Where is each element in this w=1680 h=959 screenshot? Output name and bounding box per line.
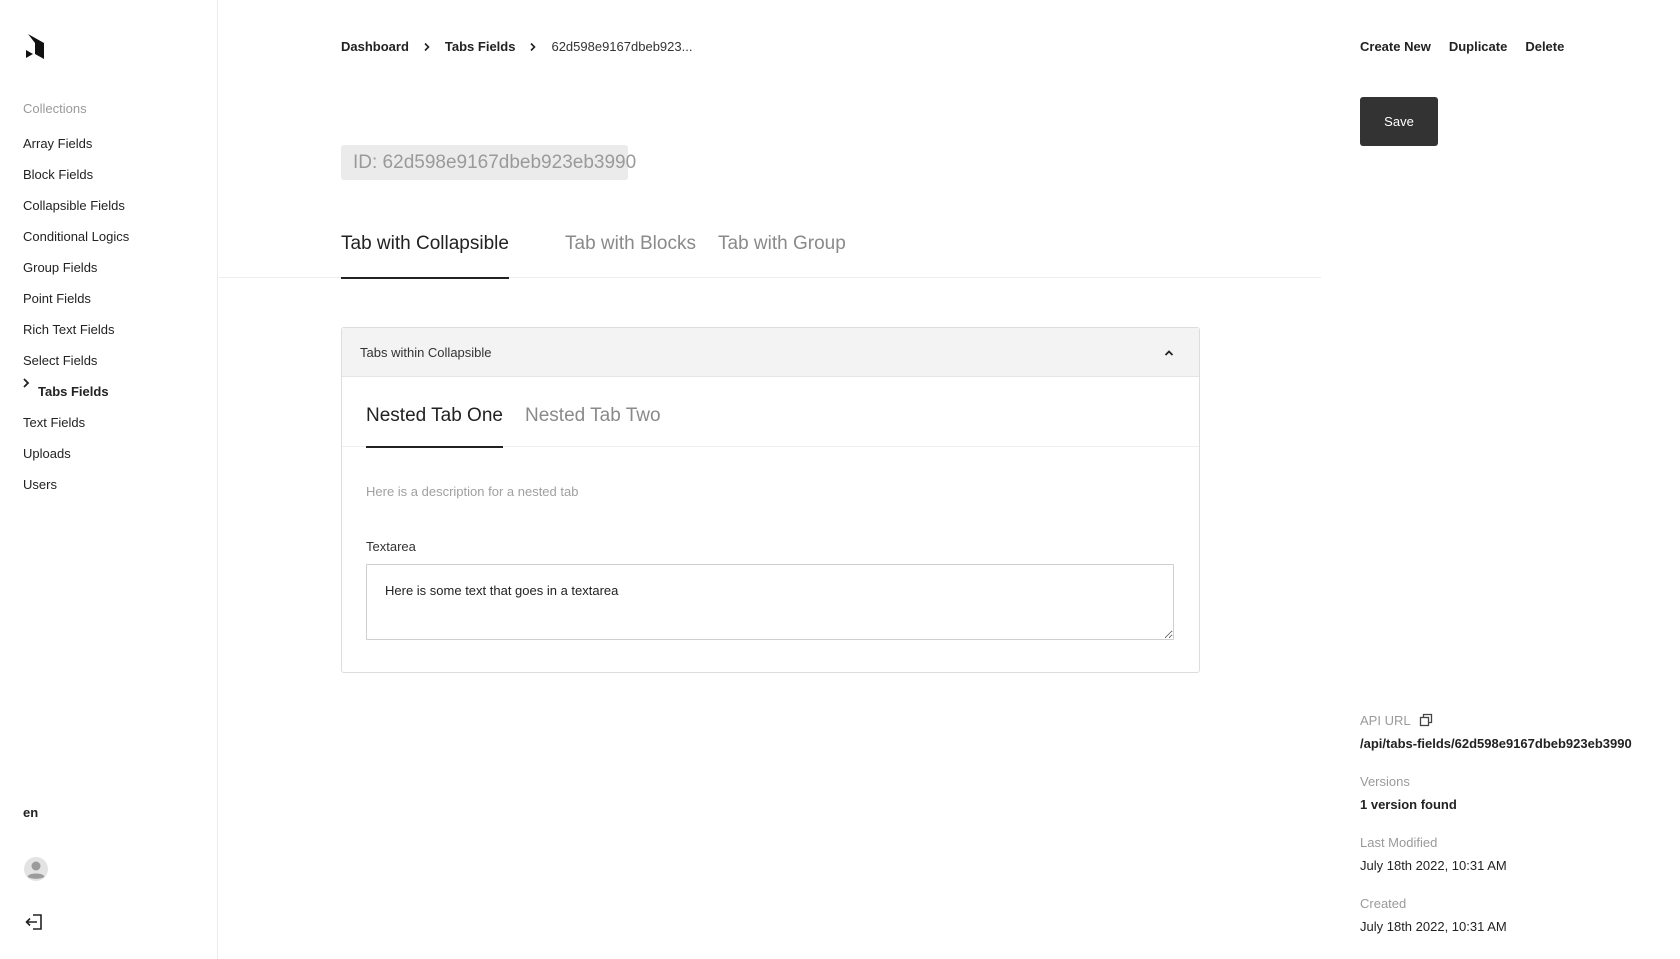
user-avatar-icon[interactable] [24,857,48,881]
main-content: Dashboard Tabs Fields 62d598e9167dbeb923… [219,0,1321,959]
sidebar-item-rich-text-fields[interactable]: Rich Text Fields [23,319,129,350]
tab-with-blocks[interactable]: Tab with Blocks [565,233,696,278]
sidebar: Collections Array Fields Block Fields Co… [0,0,218,959]
sidebar-item-users[interactable]: Users [23,474,129,505]
sidebar-item-label: Block Fields [23,166,94,182]
breadcrumb-tabs-fields[interactable]: Tabs Fields [445,39,516,54]
sidebar-item-label: Uploads [23,445,71,461]
sidebar-item-label: Conditional Logics [23,228,130,244]
nested-tab-description: Here is a description for a nested tab [366,484,579,499]
sidebar-item-label: Point Fields [23,290,91,306]
nested-tab-two[interactable]: Nested Tab Two [525,405,661,447]
document-meta: API URL /api/tabs-fields/62d598e9167dbeb… [1360,711,1670,955]
duplicate-button[interactable]: Duplicate [1449,39,1508,54]
sidebar-item-label: Array Fields [23,135,93,151]
tab-with-group[interactable]: Tab with Group [718,233,846,278]
sidebar-item-label: Rich Text Fields [23,321,115,337]
breadcrumb: Dashboard Tabs Fields 62d598e9167dbeb923… [341,39,692,54]
textarea-label: Textarea [366,539,416,554]
sidebar-item-label: Collapsible Fields [23,197,125,213]
breadcrumb-dashboard[interactable]: Dashboard [341,39,409,54]
delete-button[interactable]: Delete [1525,39,1564,54]
sidebar-item-label: Select Fields [23,352,98,368]
copy-icon[interactable] [1419,713,1433,727]
sidebar-item-text-fields[interactable]: Text Fields [23,412,129,443]
logout-icon[interactable] [25,913,43,931]
app: Collections Array Fields Block Fields Co… [0,0,1680,959]
sidebar-item-array-fields[interactable]: Array Fields [23,133,129,164]
sidebar-item-uploads[interactable]: Uploads [23,443,129,474]
sidebar-item-tabs-fields[interactable]: Tabs Fields [23,378,129,412]
sidebar-item-block-fields[interactable]: Block Fields [23,164,129,195]
collections-nav: Array Fields Block Fields Collapsible Fi… [23,133,129,505]
last-modified-group: Last Modified July 18th 2022, 10:31 AM [1360,833,1670,894]
payload-logo-icon[interactable] [24,34,48,62]
sidebar-item-label: Group Fields [23,259,98,275]
collapsible-panel: Tabs within Collapsible Nested Tab One N… [341,327,1200,673]
api-url-label-row: API URL [1360,711,1670,729]
last-modified-value: July 18th 2022, 10:31 AM [1360,858,1507,873]
sidebar-item-point-fields[interactable]: Point Fields [23,288,129,319]
save-button[interactable]: Save [1360,97,1438,146]
created-label: Created [1360,895,1407,911]
versions-label: Versions [1360,773,1410,789]
chevron-right-icon [424,42,430,51]
create-new-button[interactable]: Create New [1360,39,1431,54]
chevron-right-icon [530,42,537,51]
api-url-group: API URL /api/tabs-fields/62d598e9167dbeb… [1360,711,1670,772]
sidebar-item-label: Users [23,476,57,492]
sidebar-item-label: Text Fields [23,414,86,430]
nested-tab-bar: Nested Tab One Nested Tab Two [342,377,1199,448]
created-group: Created July 18th 2022, 10:31 AM [1360,894,1670,955]
created-value: July 18th 2022, 10:31 AM [1360,919,1507,934]
sidebar-item-conditional-logics[interactable]: Conditional Logics [23,226,129,257]
document-sidebar: Create New Duplicate Delete Save API URL… [1322,0,1680,959]
chevron-right-icon [23,378,30,388]
collapsible-header[interactable]: Tabs within Collapsible [342,328,1199,377]
document-id-badge: ID: 62d598e9167dbeb923eb3990 [341,145,636,180]
textarea-field[interactable] [366,564,1174,640]
document-actions: Create New Duplicate Delete [1360,39,1582,54]
sidebar-item-label: Tabs Fields [38,383,109,399]
language-selector[interactable]: en [23,805,38,820]
sidebar-item-group-fields[interactable]: Group Fields [23,257,129,288]
collapsible-title: Tabs within Collapsible [360,344,492,360]
sidebar-item-collapsible-fields[interactable]: Collapsible Fields [23,195,129,226]
versions-group: Versions 1 version found [1360,772,1670,833]
tab-with-collapsible[interactable]: Tab with Collapsible [341,233,509,279]
tab-bar: Tab with Collapsible Tab with Blocks Tab… [219,228,1321,279]
api-url-link[interactable]: /api/tabs-fields/62d598e9167dbeb923eb399… [1360,736,1670,751]
last-modified-label: Last Modified [1360,834,1438,850]
chevron-up-icon[interactable] [1163,347,1175,359]
sidebar-item-select-fields[interactable]: Select Fields [23,350,129,381]
collections-heading: Collections [23,101,87,116]
breadcrumb-current-document: 62d598e9167dbeb923... [551,39,693,54]
api-url-label: API URL [1360,712,1411,728]
nested-tab-one[interactable]: Nested Tab One [366,405,503,448]
versions-link[interactable]: 1 version found [1360,797,1670,812]
